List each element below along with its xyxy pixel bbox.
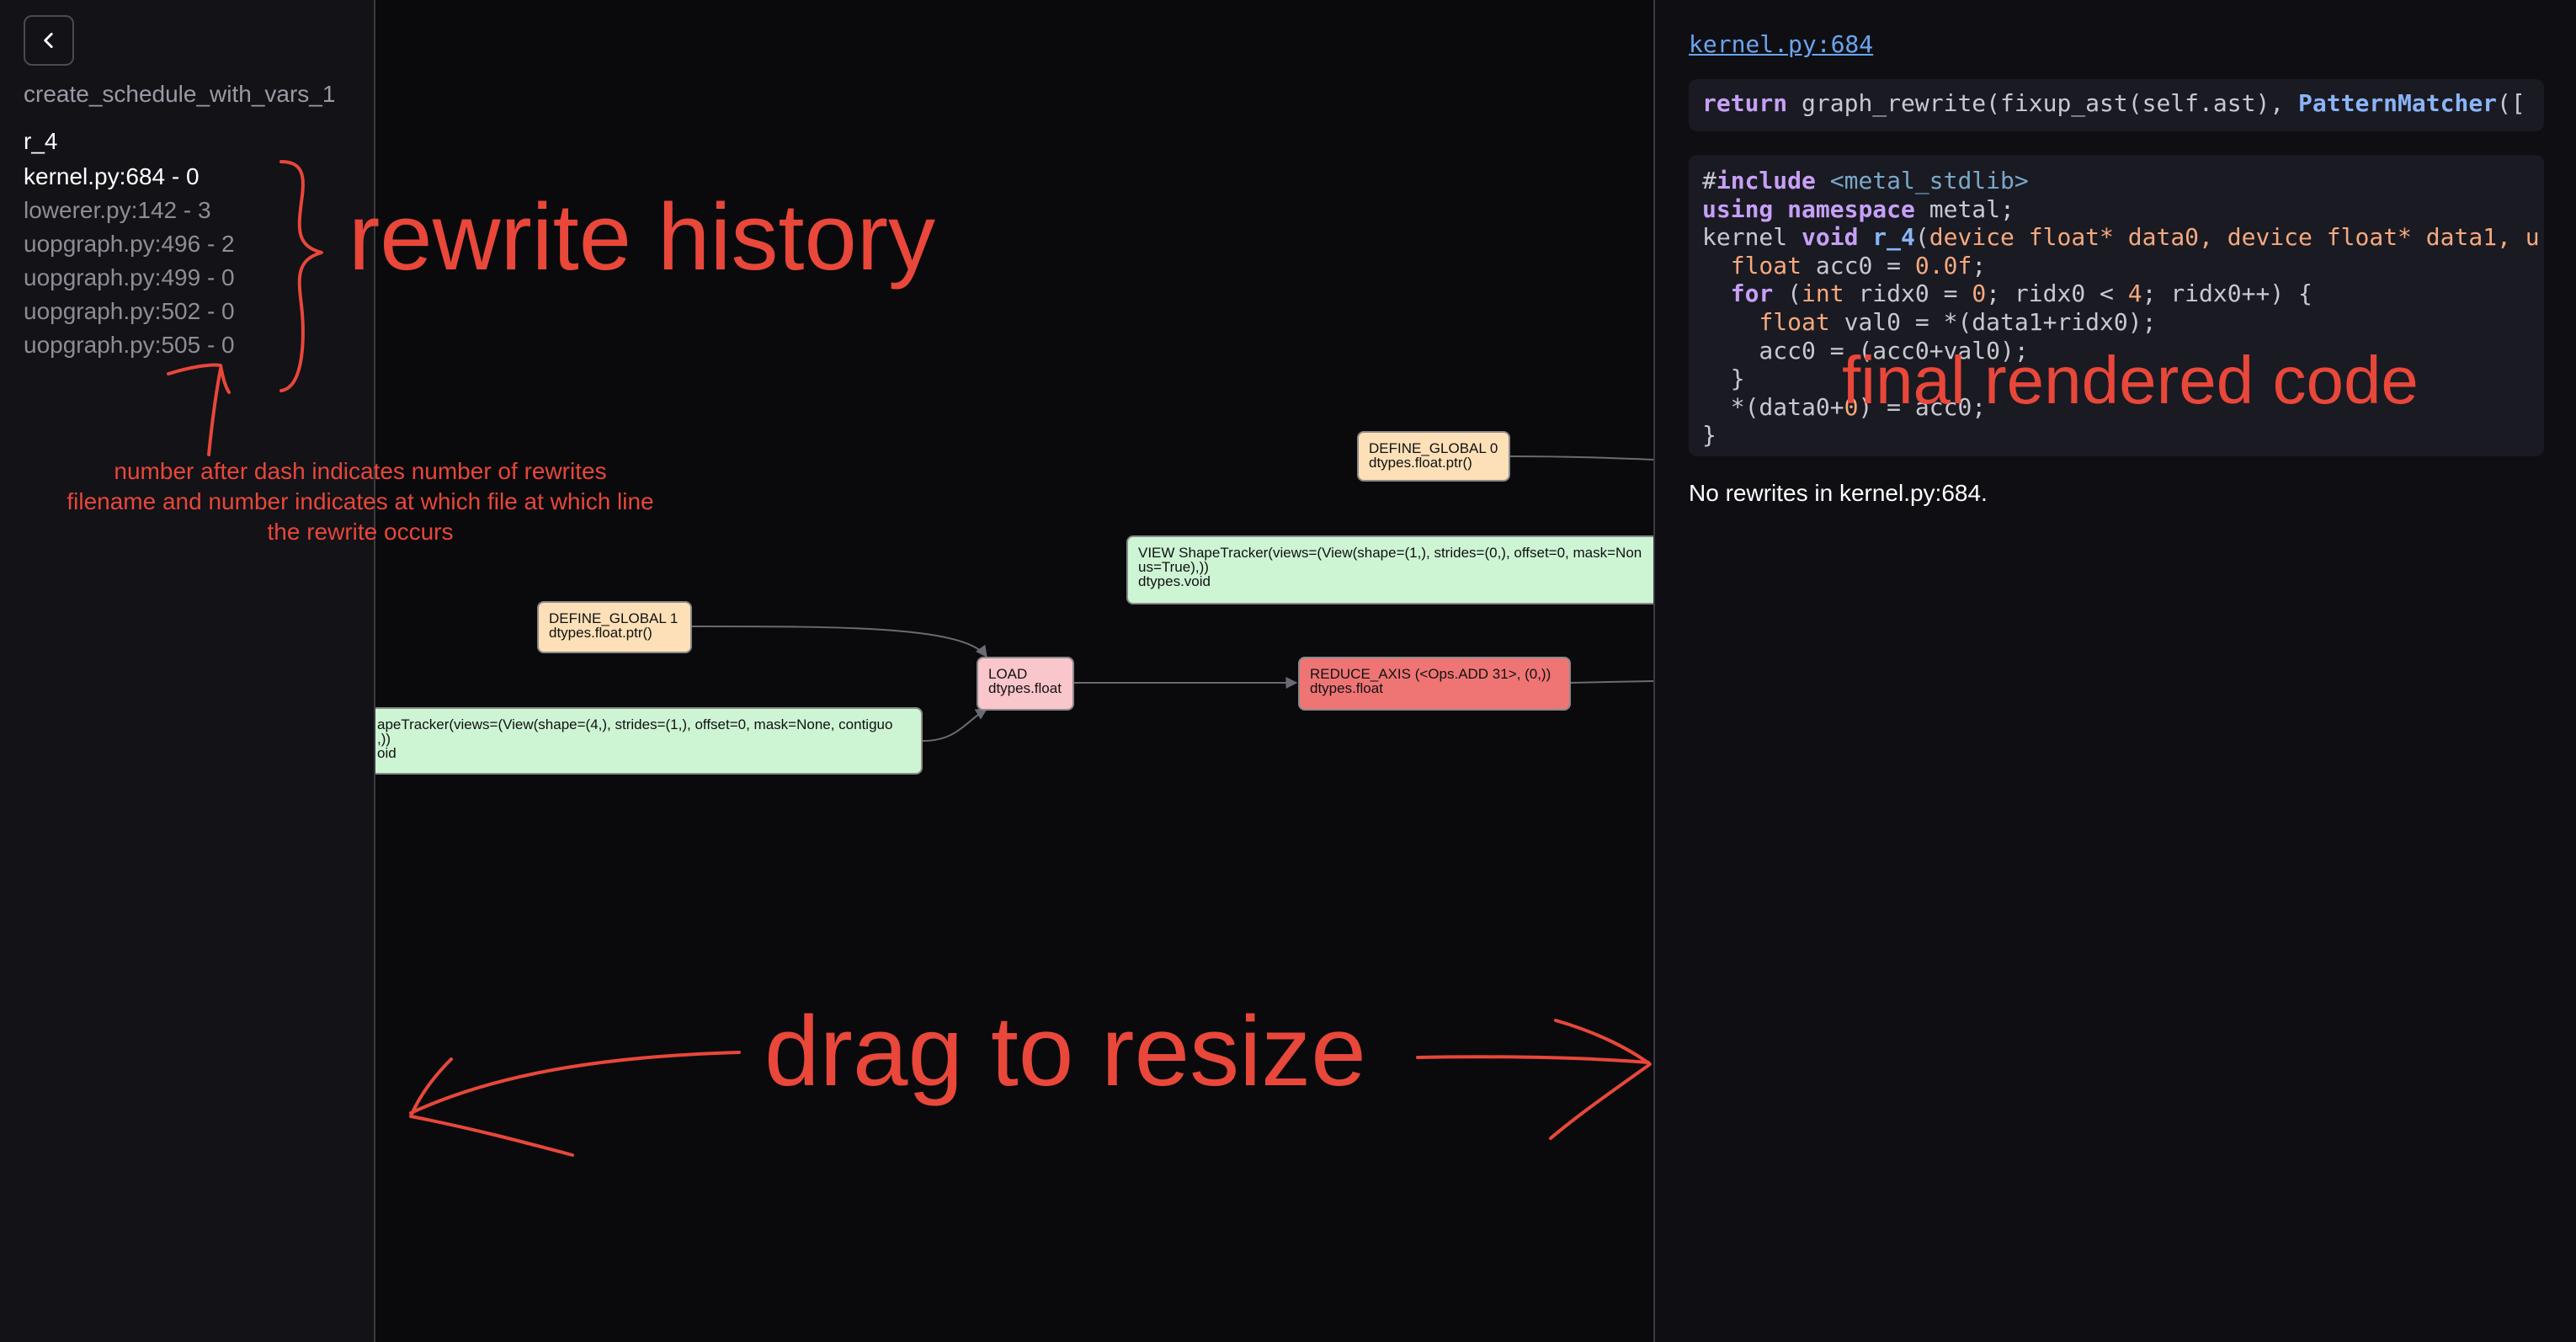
node-view-top[interactable]: VIEW ShapeTracker(views=(View(shape=(1,)… (1126, 535, 1653, 604)
code-token: graph_rewrite(fixup_ast(self.ast), (1787, 89, 2299, 117)
code-token: 4 (2127, 280, 2142, 308)
node-dtype-label: dtypes.void (1138, 573, 1211, 589)
node-op-label: apeTracker(views=(View(shape=(4,), strid… (377, 716, 893, 732)
code-token: return (1702, 89, 1788, 117)
sidebar: create_schedule_with_vars_1 r_4 kernel.p… (0, 0, 375, 1342)
node-define-global-0[interactable]: DEFINE_GLOBAL 0 dtypes.float.ptr() (1357, 431, 1510, 482)
history-item[interactable]: uopgraph.py:496 - 2 (24, 227, 235, 261)
code-token: PatternMatcher (2298, 89, 2498, 117)
kernel-name[interactable]: r_4 (24, 128, 57, 155)
schedule-title[interactable]: create_schedule_with_vars_1 (24, 81, 335, 108)
code-token: ridx0 = (1844, 280, 1972, 308)
code-token: } (1702, 365, 1745, 393)
code-token: } (1702, 421, 1716, 450)
node-dtype-label: dtypes.float.ptr() (1369, 455, 1472, 471)
rendered-code-box: #include <metal_stdlib> using namespace … (1689, 155, 2544, 456)
code-token: r_4 (1858, 223, 1915, 252)
code-token: ( (1914, 223, 1929, 252)
code-token: ) = acc0; (1858, 392, 1987, 421)
edge-defglobal0-out (1508, 455, 1653, 461)
history-item[interactable]: kernel.py:684 - 0 (24, 160, 235, 194)
code-token: acc0 = (1802, 251, 1915, 280)
source-file-link[interactable]: kernel.py:684 (1689, 30, 1873, 58)
code-token: val0 = *(data1+ridx0); (1829, 307, 2157, 336)
node-load[interactable]: LOAD dtypes.float (977, 657, 1074, 711)
node-dtype-label: dtypes.float (988, 680, 1062, 696)
code-token: float (1759, 307, 1830, 336)
code-token: ([ (2497, 89, 2525, 117)
no-rewrites-message: No rewrites in kernel.py:684. (1689, 480, 1988, 506)
code-token: ; ridx0++) { (2142, 280, 2313, 308)
code-token: *(data0+ (1702, 392, 1844, 421)
code-token: kernel (1702, 223, 1802, 252)
edge-defglobal1-load (691, 626, 987, 658)
code-token: acc0 = (acc0+val0); (1702, 336, 2029, 365)
node-op-label: REDUCE_AXIS (<Ops.ADD 31>, (0,)) (1310, 666, 1551, 682)
node-dtype-label: dtypes.float.ptr() (549, 625, 652, 641)
node-op-label: DEFINE_GLOBAL 0 (1369, 440, 1498, 456)
node-dtype-label: oid (377, 745, 397, 761)
source-line-box: return graph_rewrite(fixup_ast(self.ast)… (1689, 79, 2544, 131)
history-item[interactable]: uopgraph.py:499 - 0 (24, 261, 235, 295)
node-view-left[interactable]: apeTracker(views=(View(shape=(4,), strid… (375, 707, 923, 775)
chevron-left-icon (44, 33, 53, 48)
code-panel: kernel.py:684 return graph_rewrite(fixup… (1653, 0, 2576, 1342)
code-token: include (1716, 167, 1816, 194)
app-root: create_schedule_with_vars_1 r_4 kernel.p… (0, 0, 2576, 1342)
code-token: 0 (1844, 392, 1859, 421)
code-token: ; (1972, 251, 1987, 280)
graph-canvas[interactable]: DEFINE_GLOBAL 0 dtypes.float.ptr() VIEW … (375, 0, 1653, 1342)
node-op-label-cont: us=True),)) (1138, 559, 1209, 575)
node-define-global-1[interactable]: DEFINE_GLOBAL 1 dtypes.float.ptr() (537, 601, 692, 653)
code-token: using (1702, 194, 1774, 223)
code-token: namespace (1773, 194, 1915, 223)
code-token: 0 (1972, 280, 1987, 308)
node-op-label: DEFINE_GLOBAL 1 (549, 610, 679, 626)
rendered-code: #include <metal_stdlib> using namespace … (1702, 167, 2540, 450)
code-token: float (1730, 251, 1802, 280)
code-token: # (1702, 167, 1716, 194)
code-token: ; ridx0 < (1986, 280, 2128, 308)
code-token: <metal_stdlib> (1815, 167, 2029, 194)
edge-reduce-out (1568, 680, 1653, 684)
rewrite-history-list: kernel.py:684 - 0 lowerer.py:142 - 3 uop… (24, 160, 235, 362)
node-op-label: LOAD (988, 666, 1028, 682)
node-op-label-cont: ,)) (377, 731, 391, 747)
node-reduce-axis[interactable]: REDUCE_AXIS (<Ops.ADD 31>, (0,)) dtypes.… (1298, 657, 1571, 711)
node-op-label: VIEW ShapeTracker(views=(View(shape=(1,)… (1138, 545, 1642, 561)
code-token: metal; (1914, 194, 2014, 223)
code-token: ( (1773, 280, 1802, 308)
code-token: device float* data0, device float* data1… (1929, 223, 2540, 252)
code-token: for (1730, 280, 1774, 308)
history-item[interactable]: lowerer.py:142 - 3 (24, 194, 235, 227)
history-item[interactable]: uopgraph.py:505 - 0 (24, 328, 235, 362)
code-token: 0.0f (1914, 251, 1972, 280)
code-token: int (1802, 280, 1844, 308)
node-dtype-label: dtypes.float (1310, 680, 1383, 696)
back-button[interactable] (24, 15, 74, 66)
code-token: void (1802, 223, 1859, 252)
edge-view-load (922, 708, 988, 742)
history-item[interactable]: uopgraph.py:502 - 0 (24, 295, 235, 328)
